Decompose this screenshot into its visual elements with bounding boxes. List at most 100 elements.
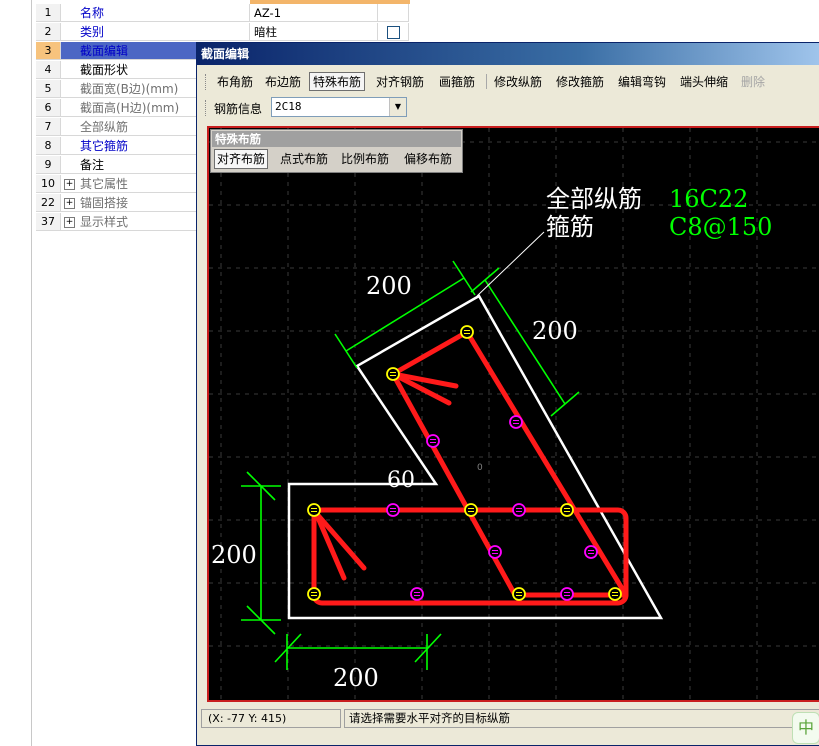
- rebar-point[interactable]: [512, 587, 526, 601]
- row-number: 6: [36, 99, 61, 117]
- toolbar-button[interactable]: 布角筋: [213, 72, 257, 91]
- property-extra-cell: [378, 4, 409, 22]
- row-number: 5: [36, 80, 61, 98]
- chevron-down-icon[interactable]: ▼: [389, 98, 406, 116]
- rebar-point[interactable]: [307, 587, 321, 601]
- property-name: 其它箍筋: [80, 139, 129, 153]
- property-name: 截面编辑: [80, 44, 129, 58]
- expand-icon[interactable]: +: [64, 179, 75, 190]
- rebar-circle: [512, 587, 526, 601]
- rebar-point[interactable]: [464, 503, 478, 517]
- rebar-circle: [584, 545, 598, 559]
- stirrup-label: 箍筋: [546, 213, 594, 241]
- rebar-point[interactable]: [560, 503, 574, 517]
- rebar-circle: [512, 503, 526, 517]
- toolbar-button[interactable]: 画箍筋: [435, 72, 479, 91]
- toolbar-button[interactable]: 端头伸缩: [676, 72, 732, 91]
- rebar-circle: [386, 367, 400, 381]
- property-name: 截面高(H边)(mm): [80, 101, 180, 115]
- longitudinal-label: 全部纵筋: [546, 185, 642, 213]
- special-rebar-option[interactable]: 比例布筋: [338, 149, 392, 169]
- toolbar-grip[interactable]: [205, 74, 208, 90]
- toolbar-button[interactable]: 对齐钢筋: [372, 72, 428, 91]
- rebar-point[interactable]: [488, 545, 502, 559]
- row-number: 4: [36, 61, 61, 79]
- rebar-point[interactable]: [608, 587, 622, 601]
- section-edit-dialog: 截面编辑 布角筋 布边筋 特殊布筋 对齐钢筋 画箍筋 修改纵筋 修改箍筋 编辑弯钩 端头伸缩 删除…: [196, 42, 819, 746]
- rebar-circle: [307, 587, 321, 601]
- rebar-point[interactable]: [460, 325, 474, 339]
- rebar-point[interactable]: [386, 367, 400, 381]
- rebar-circle: [509, 415, 523, 429]
- rebar-point[interactable]: [509, 415, 523, 429]
- checkbox[interactable]: [387, 26, 400, 39]
- angle-label: 60: [387, 468, 415, 493]
- expand-icon[interactable]: +: [64, 198, 75, 209]
- rebar-circle: [426, 434, 440, 448]
- rebar-info-select[interactable]: 2C18 ▼: [271, 97, 407, 117]
- special-rebar-option[interactable]: 点式布筋: [277, 149, 331, 169]
- property-name: 备注: [80, 158, 105, 172]
- rebar-circle: [410, 587, 424, 601]
- edit-toolbar: 布角筋 布边筋 特殊布筋 对齐钢筋 画箍筋 修改纵筋 修改箍筋 编辑弯钩 端头伸缩 删除: [200, 70, 819, 94]
- hook: [313, 510, 347, 581]
- rebar-circle: [608, 587, 622, 601]
- status-message: 请选择需要水平对齐的目标纵筋: [344, 709, 819, 728]
- stirrup-value: C8@150: [669, 213, 772, 241]
- property-row[interactable]: 1 名称 AZ-1: [0, 4, 420, 23]
- rebar-circle: [560, 587, 574, 601]
- row-number: 7: [36, 118, 61, 136]
- property-name: 显示样式: [80, 215, 129, 229]
- dimension-tick: [334, 333, 358, 369]
- rebar-point[interactable]: [307, 503, 321, 517]
- toolbar-grip[interactable]: [205, 100, 208, 116]
- toolbar-button[interactable]: 修改箍筋: [552, 72, 608, 91]
- rebar-point[interactable]: [584, 545, 598, 559]
- special-rebar-option[interactable]: 对齐布筋: [214, 149, 269, 169]
- status-bar: (X: -77 Y: 415) 请选择需要水平对齐的目标纵筋: [201, 709, 819, 729]
- special-rebar-option[interactable]: 偏移布筋: [401, 149, 455, 169]
- rebar-circle: [560, 503, 574, 517]
- rebar-circle: [464, 503, 478, 517]
- ime-indicator-icon[interactable]: 中: [792, 712, 819, 744]
- property-value[interactable]: 暗柱: [250, 23, 378, 41]
- property-name: 截面宽(B边)(mm): [80, 82, 179, 96]
- dimension-left-height: 200: [211, 541, 257, 569]
- property-name: 锚固搭接: [80, 196, 129, 210]
- rebar-info-label: 钢筋信息: [214, 102, 263, 116]
- rebar-point[interactable]: [512, 503, 526, 517]
- hook: [313, 510, 367, 571]
- section-drawing: 全部纵筋 16C22 箍筋 C8@150 200 200 200 200 60 …: [209, 128, 819, 700]
- rebar-point[interactable]: [560, 587, 574, 601]
- rebar-point[interactable]: [426, 434, 440, 448]
- rebar-circle: [386, 503, 400, 517]
- rebar-info-toolbar: 钢筋信息 2C18 ▼: [200, 96, 819, 120]
- toolbar-button[interactable]: 编辑弯钩: [614, 72, 670, 91]
- property-name-cell[interactable]: 类别: [61, 23, 250, 41]
- dimension-bottom-width: 200: [333, 664, 379, 692]
- dimension-top-right: 200: [532, 317, 578, 345]
- section-canvas[interactable]: 全部纵筋 16C22 箍筋 C8@150 200 200 200 200 60 …: [207, 126, 819, 702]
- toolbar-button[interactable]: 删除: [737, 72, 769, 91]
- stirrup-horizontal: [311, 507, 629, 606]
- dimension-top-left: 200: [366, 272, 412, 300]
- dialog-title[interactable]: 截面编辑: [197, 43, 819, 65]
- row-number: 37: [36, 213, 61, 231]
- expand-icon[interactable]: +: [64, 217, 75, 228]
- toolbar-button[interactable]: 修改纵筋: [490, 72, 546, 91]
- dimension-tick: [452, 260, 476, 296]
- rebar-info-value: 2C18: [275, 100, 302, 113]
- special-rebar-panel-title[interactable]: 特殊布筋: [212, 131, 461, 147]
- row-number: 8: [36, 137, 61, 155]
- toolbar-separator: [486, 74, 487, 89]
- annotation-leader: [476, 231, 545, 297]
- rebar-point[interactable]: [410, 587, 424, 601]
- property-name-cell[interactable]: 名称: [61, 4, 250, 22]
- row-number: 22: [36, 194, 61, 212]
- toolbar-button[interactable]: 布边筋: [261, 72, 305, 91]
- rebar-point[interactable]: [386, 503, 400, 517]
- property-value[interactable]: AZ-1: [250, 4, 378, 22]
- toolbar-button[interactable]: 特殊布筋: [309, 72, 366, 91]
- property-row[interactable]: 2 类别 暗柱: [0, 23, 420, 42]
- rebar-circle: [460, 325, 474, 339]
